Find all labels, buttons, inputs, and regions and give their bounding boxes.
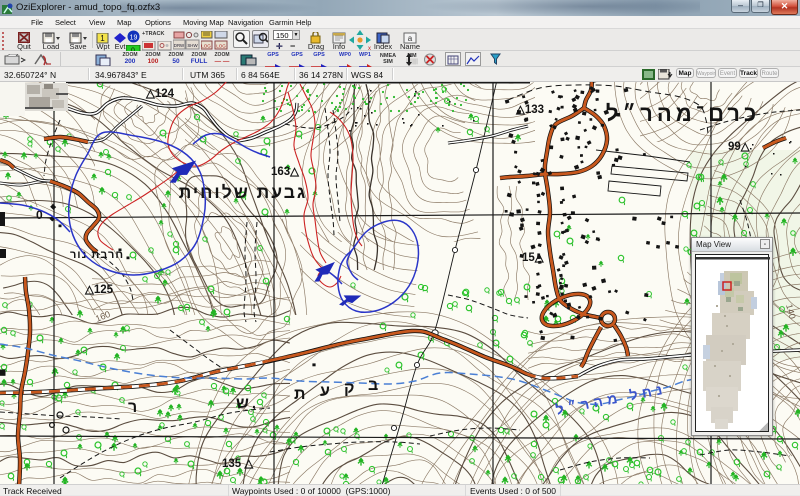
svg-text:ק: ק [344,380,354,397]
svg-text:כרם־מהר״ל: כרם־מהר״ל [606,101,760,126]
svg-text:△133: △133 [515,104,544,116]
svg-text:LOG: LOG [216,44,226,49]
svg-text:,: , [252,395,256,411]
svg-text:חרבת נור: חרבת נור [70,249,124,261]
svg-text:ע: ע [320,383,330,400]
svg-text:△125: △125 [84,284,114,296]
svg-text:SHW: SHW [187,43,198,48]
svg-text:15△: 15△ [522,252,545,264]
svg-text:△124: △124 [145,88,175,100]
svg-text:ש: ש [236,395,249,412]
svg-text:163△: 163△ [271,166,300,178]
svg-text:LOG: LOG [201,44,211,49]
svg-text:19: 19 [130,35,138,42]
svg-text:DRW: DRW [174,43,185,48]
svg-text:ת: ת [294,386,305,403]
svg-text:ר: ר [128,399,137,416]
svg-text:גבעת שלוחית: גבעת שלוחית [179,182,308,202]
svg-text:99△: 99△ [728,141,751,153]
svg-text:ב: ב [368,377,378,394]
svg-text:135 △: 135 △ [222,458,254,470]
